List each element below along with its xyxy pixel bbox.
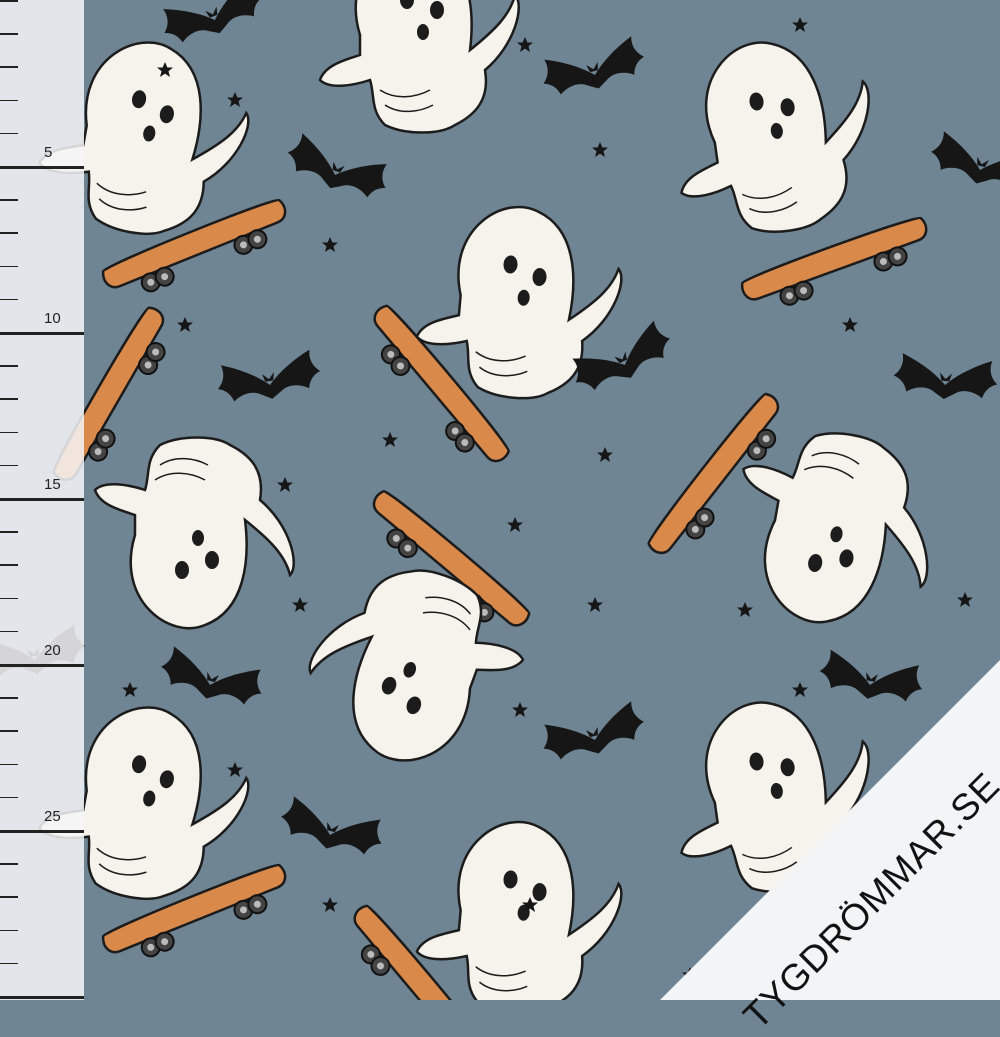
ruler-minor-tick: [0, 33, 18, 35]
ruler-minor-tick: [0, 0, 18, 2]
fabric-pattern: [0, 0, 1000, 1000]
ruler-major-tick: [0, 996, 84, 999]
ruler-label: 15: [44, 476, 61, 493]
ruler-minor-tick: [0, 298, 18, 301]
ruler-minor-tick: [0, 863, 18, 865]
ruler-label: 20: [44, 642, 61, 659]
ruler-minor-tick: [0, 232, 18, 234]
ruler-minor-tick: [0, 531, 18, 533]
ruler-minor-tick: [0, 398, 18, 400]
ruler-minor-tick: [0, 431, 18, 434]
ruler-minor-tick: [0, 199, 18, 201]
ruler-minor-tick: [0, 132, 18, 135]
ruler-major-tick: [0, 498, 84, 501]
ruler-minor-tick: [0, 630, 18, 633]
ruler-minor-tick: [0, 796, 18, 799]
ruler-minor-tick: [0, 763, 18, 766]
ruler-label: 5: [44, 144, 53, 161]
ruler-minor-tick: [0, 962, 18, 965]
ruler-label: 25: [44, 808, 61, 825]
ruler-major-tick: [0, 332, 84, 335]
ruler-minor-tick: [0, 597, 18, 600]
ruler-minor-tick: [0, 265, 18, 268]
ruler-label: 10: [44, 310, 61, 327]
ruler-major-tick: [0, 166, 84, 169]
ruler-minor-tick: [0, 365, 18, 367]
ruler-minor-tick: [0, 99, 18, 102]
ruler-minor-tick: [0, 564, 18, 566]
ruler-minor-tick: [0, 697, 18, 699]
ruler-major-tick: [0, 664, 84, 667]
ruler-minor-tick: [0, 464, 18, 467]
ruler-minor-tick: [0, 66, 18, 68]
ruler-minor-tick: [0, 730, 18, 732]
ruler-major-tick: [0, 830, 84, 833]
ruler-minor-tick: [0, 929, 18, 932]
ruler-minor-tick: [0, 896, 18, 898]
measurement-ruler: 5 10 15 20 25: [0, 0, 84, 1000]
